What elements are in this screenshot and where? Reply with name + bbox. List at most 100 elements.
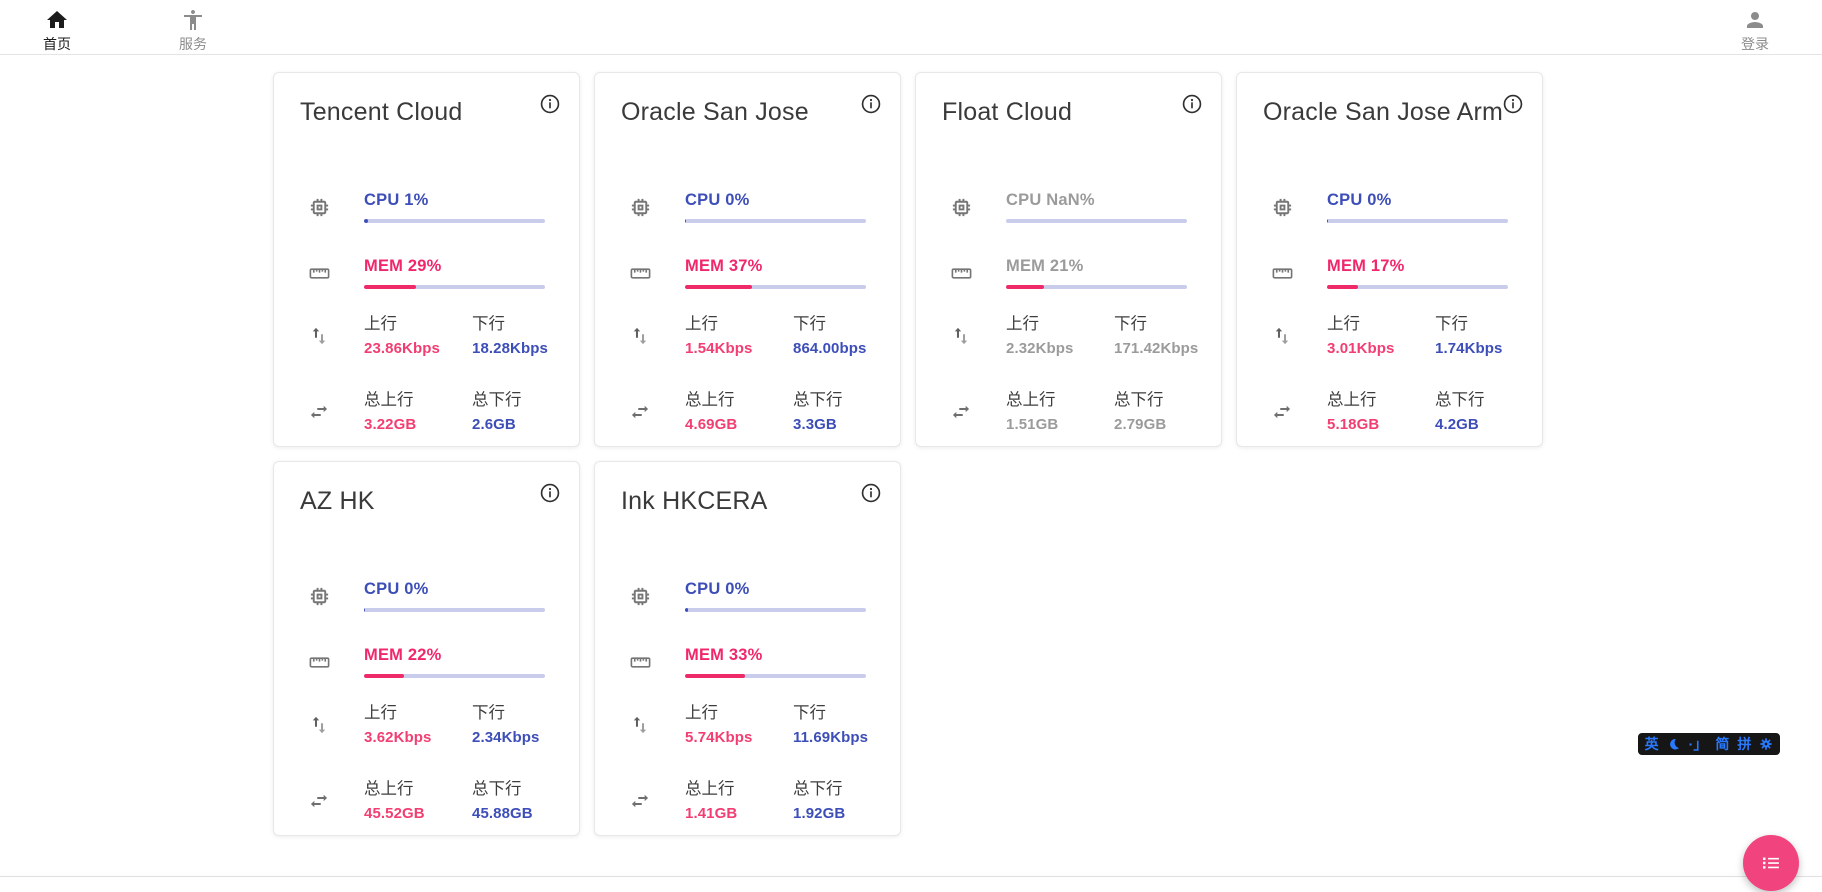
- cpu-row: CPU 1%: [300, 191, 545, 223]
- mem-progress-fill: [685, 285, 752, 289]
- server-card: Tencent Cloud CPU 1% MEM 29%: [273, 72, 580, 447]
- nav-item-services[interactable]: 服务: [164, 8, 222, 52]
- total-download-stat: 总下行 2.79GB: [1114, 391, 1187, 433]
- nav-item-home[interactable]: 首页: [28, 8, 86, 52]
- upload-speed-value: 23.86Kbps: [364, 340, 472, 357]
- server-stats: CPU 0% MEM 22%: [300, 580, 545, 822]
- server-card: Oracle San Jose CPU 0% MEM 37%: [594, 72, 901, 447]
- download-stat: 下行 2.34Kbps: [472, 704, 545, 746]
- total-upload-stat: 总上行 1.41GB: [685, 780, 793, 822]
- cpu-chip-icon: [942, 191, 1006, 223]
- total-upload-value: 3.22GB: [364, 416, 472, 433]
- cpu-chip-icon: [300, 580, 364, 612]
- upload-stat: 上行 2.32Kbps: [1006, 315, 1114, 357]
- upload-label: 上行: [685, 315, 793, 334]
- cpu-chip-icon: [300, 191, 364, 223]
- total-upload-value: 1.51GB: [1006, 416, 1114, 433]
- download-speed-value: 1.74Kbps: [1435, 340, 1508, 357]
- net-total-row: 总上行 45.52GB 总下行 45.88GB: [300, 780, 545, 822]
- net-total-row: 总上行 5.18GB 总下行 4.2GB: [1263, 391, 1508, 433]
- ruler-icon: [621, 257, 685, 289]
- mem-progress-fill: [364, 285, 416, 289]
- swap-horizontal-icon: [300, 780, 364, 822]
- mem-row: MEM 22%: [300, 646, 545, 678]
- server-stats: CPU 0% MEM 33%: [621, 580, 866, 822]
- input-method-toolbar[interactable]: 英 ·」 简 拼: [1638, 733, 1780, 755]
- ruler-icon: [942, 257, 1006, 289]
- cpu-row: CPU 0%: [621, 191, 866, 223]
- info-icon[interactable]: [860, 93, 882, 115]
- cpu-chip-icon: [1263, 191, 1327, 223]
- nav-item-login[interactable]: 登录: [1726, 8, 1784, 52]
- mem-usage-text: MEM 21%: [1006, 257, 1187, 276]
- ime-settings-gear-icon[interactable]: [1759, 737, 1773, 751]
- cpu-chip-icon: [621, 191, 685, 223]
- total-upload-value: 45.52GB: [364, 805, 472, 822]
- total-download-stat: 总下行 45.88GB: [472, 780, 545, 822]
- mem-progress-fill: [364, 674, 404, 678]
- mem-progress-track: [364, 674, 545, 678]
- download-label: 下行: [1114, 315, 1198, 334]
- total-upload-label: 总上行: [364, 391, 472, 410]
- total-download-label: 总下行: [1114, 391, 1187, 410]
- net-total-row: 总上行 3.22GB 总下行 2.6GB: [300, 391, 545, 433]
- ruler-icon: [300, 257, 364, 289]
- footer-divider: [0, 876, 1822, 877]
- server-name: Float Cloud: [942, 97, 1187, 127]
- mem-progress-fill: [685, 674, 745, 678]
- mem-progress-fill: [1327, 285, 1358, 289]
- upload-label: 上行: [364, 315, 472, 334]
- mem-row: MEM 29%: [300, 257, 545, 289]
- server-list-fab[interactable]: [1743, 835, 1799, 891]
- cpu-progress-fill: [685, 219, 686, 223]
- top-nav-bar: 首页 服务 登录: [0, 0, 1822, 55]
- cpu-progress-fill: [685, 608, 688, 612]
- net-total-row: 总上行 1.51GB 总下行 2.79GB: [942, 391, 1187, 433]
- upload-speed-value: 5.74Kbps: [685, 729, 793, 746]
- nav-home-label: 首页: [43, 36, 71, 52]
- cpu-chip-icon: [621, 580, 685, 612]
- download-label: 下行: [793, 704, 868, 723]
- download-speed-value: 171.42Kbps: [1114, 340, 1198, 357]
- total-download-stat: 总下行 4.2GB: [1435, 391, 1508, 433]
- total-download-stat: 总下行 1.92GB: [793, 780, 866, 822]
- info-icon[interactable]: [1181, 93, 1203, 115]
- net-speed-row: 上行 2.32Kbps 下行 171.42Kbps: [942, 315, 1187, 357]
- total-download-value: 2.6GB: [472, 416, 545, 433]
- cpu-progress-fill: [364, 608, 365, 612]
- mem-usage-text: MEM 29%: [364, 257, 545, 276]
- cpu-progress-track: [364, 219, 545, 223]
- cpu-row: CPU 0%: [621, 580, 866, 612]
- swap-horizontal-icon: [621, 780, 685, 822]
- ime-halfwidth-moon-icon[interactable]: [1667, 737, 1681, 751]
- net-total-row: 总上行 4.69GB 总下行 3.3GB: [621, 391, 866, 433]
- download-label: 下行: [1435, 315, 1508, 334]
- mem-row: MEM 17%: [1263, 257, 1508, 289]
- info-icon[interactable]: [860, 482, 882, 504]
- mem-usage-text: MEM 22%: [364, 646, 545, 665]
- download-label: 下行: [472, 704, 545, 723]
- total-download-label: 总下行: [793, 780, 866, 799]
- download-label: 下行: [793, 315, 866, 334]
- total-download-stat: 总下行 3.3GB: [793, 391, 866, 433]
- server-stats: CPU 0% MEM 37%: [621, 191, 866, 433]
- total-upload-stat: 总上行 1.51GB: [1006, 391, 1114, 433]
- upload-label: 上行: [364, 704, 472, 723]
- net-speed-row: 上行 3.62Kbps 下行 2.34Kbps: [300, 704, 545, 746]
- upload-stat: 上行 3.62Kbps: [364, 704, 472, 746]
- server-name: Oracle San Jose Arm: [1263, 97, 1508, 127]
- upload-label: 上行: [1327, 315, 1435, 334]
- list-icon: [1758, 850, 1784, 876]
- info-icon[interactable]: [1502, 93, 1524, 115]
- net-speed-row: 上行 23.86Kbps 下行 18.28Kbps: [300, 315, 545, 357]
- download-stat: 下行 18.28Kbps: [472, 315, 548, 357]
- total-upload-stat: 总上行 45.52GB: [364, 780, 472, 822]
- server-stats: CPU 0% MEM 17%: [1263, 191, 1508, 433]
- mem-progress-track: [685, 674, 866, 678]
- mem-progress-track: [364, 285, 545, 289]
- total-download-label: 总下行: [1435, 391, 1508, 410]
- info-icon[interactable]: [539, 482, 561, 504]
- info-icon[interactable]: [539, 93, 561, 115]
- swap-horizontal-icon: [300, 391, 364, 433]
- download-stat: 下行 864.00bps: [793, 315, 866, 357]
